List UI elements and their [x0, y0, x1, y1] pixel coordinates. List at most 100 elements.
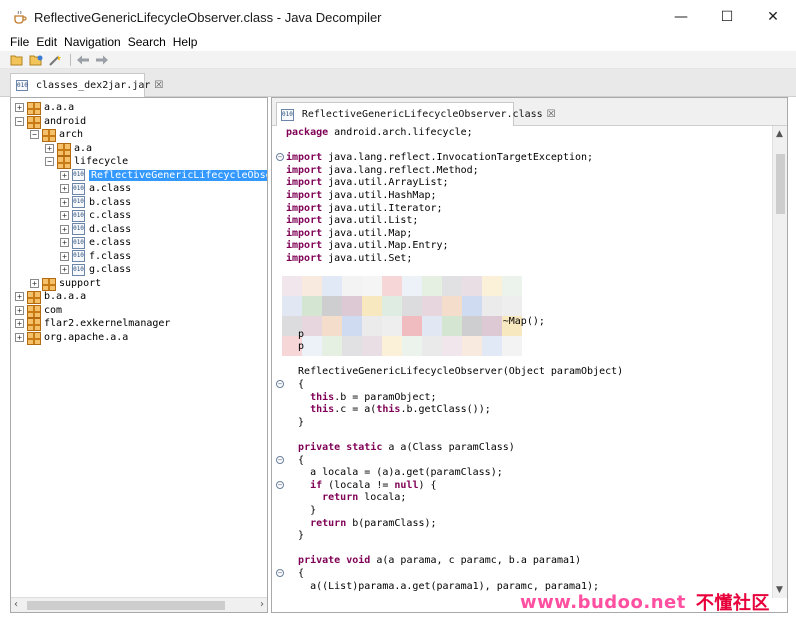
redaction-tile	[382, 336, 402, 356]
tree-item[interactable]: + a.a	[45, 142, 92, 156]
menu-search[interactable]: Search	[128, 35, 166, 49]
menu-file[interactable]: File	[10, 35, 29, 49]
wand-icon[interactable]	[47, 53, 63, 67]
fold-toggle-icon[interactable]: −	[276, 153, 284, 162]
redaction-tile	[382, 276, 402, 296]
coffee-cup-icon	[12, 9, 28, 25]
expand-icon[interactable]: +	[30, 278, 39, 288]
expand-icon[interactable]: +	[15, 305, 24, 315]
tree-item[interactable]: +010 e.class	[60, 236, 131, 249]
code-line: }	[286, 505, 317, 516]
jar-file-icon: 010	[16, 80, 28, 91]
expand-icon[interactable]: +	[60, 211, 69, 220]
scroll-up-icon[interactable]: ▲	[776, 129, 783, 139]
tree-item[interactable]: + b.a.a.a	[15, 290, 87, 304]
code-line: if (locala != null) {	[310, 479, 437, 491]
tree-item[interactable]: + com	[15, 304, 62, 318]
tree-item-label: android	[44, 115, 87, 127]
expand-icon[interactable]: +	[45, 143, 54, 153]
tree-item[interactable]: − arch	[30, 128, 83, 142]
minimize-button[interactable]: —	[658, 0, 704, 34]
package-tree[interactable]: + a.a.a − android − arch + a.a − lifecycle +010 Ref…	[10, 97, 268, 613]
close-tab-icon[interactable]: ☒	[547, 109, 556, 120]
tree-item-label: support	[59, 277, 102, 289]
redaction-tile	[482, 276, 502, 296]
tree-item[interactable]: − android	[15, 115, 87, 129]
redaction-tile	[502, 336, 522, 356]
code-vertical-scrollbar[interactable]: ▲ ▼	[772, 126, 787, 598]
tree-item[interactable]: +010 b.class	[60, 196, 131, 209]
tree-horizontal-scrollbar[interactable]: ‹ ›	[11, 597, 267, 612]
back-arrow-icon[interactable]	[75, 53, 91, 67]
tree-item[interactable]: +010 g.class	[60, 263, 131, 276]
tree-item-label: b.a.a.a	[44, 291, 87, 302]
tree-item-label: b.class	[89, 196, 132, 208]
expand-icon[interactable]: +	[15, 292, 24, 301]
collapse-icon[interactable]: −	[15, 116, 24, 126]
menu-help[interactable]: Help	[173, 35, 198, 49]
expand-icon[interactable]: +	[15, 103, 24, 112]
expand-icon[interactable]: +	[60, 170, 69, 180]
scrollbar-thumb[interactable]	[27, 601, 225, 610]
tree-item[interactable]: − lifecycle	[45, 155, 128, 169]
code-line: ReflectiveGenericLifecycleObserver(Objec…	[286, 366, 624, 378]
open-type-icon[interactable]	[28, 53, 44, 67]
close-button[interactable]: ✕	[750, 0, 796, 34]
tree-item[interactable]: +010 f.class	[60, 250, 131, 263]
scroll-down-icon[interactable]: ▼	[776, 585, 783, 595]
fold-toggle-icon[interactable]: −	[276, 380, 284, 388]
redaction-tile	[342, 276, 362, 296]
editor-tab-strip: 010 ReflectiveGenericLifecycleObserver.c…	[272, 98, 787, 126]
redaction-tile	[342, 336, 362, 356]
package-icon	[57, 156, 71, 169]
close-tab-icon[interactable]: ☒	[154, 80, 163, 91]
fold-toggle-icon[interactable]: −	[276, 480, 284, 489]
tree-item[interactable]: +010 ReflectiveGenericLifecycleObserver	[60, 169, 267, 182]
tree-item[interactable]: + org.apache.a.a	[15, 331, 128, 345]
forward-arrow-icon[interactable]	[94, 53, 110, 67]
tab-reflective-observer[interactable]: 010 ReflectiveGenericLifecycleObserver.c…	[276, 102, 556, 126]
menu-edit[interactable]: Edit	[36, 35, 57, 49]
scroll-right-icon[interactable]: ›	[260, 599, 264, 610]
tree-item-label: f.class	[89, 250, 132, 262]
toolbar	[0, 51, 796, 69]
code-line: ~Map();	[286, 316, 545, 327]
redaction-tile	[422, 296, 442, 316]
tree-item-label: d.class	[89, 223, 132, 235]
scrollbar-thumb[interactable]	[776, 154, 785, 214]
scroll-left-icon[interactable]: ‹	[14, 599, 18, 610]
tree-item[interactable]: + support	[30, 277, 102, 291]
tree-item[interactable]: +010 d.class	[60, 223, 131, 236]
tree-item[interactable]: +010 c.class	[60, 209, 131, 222]
redaction-tile	[442, 296, 462, 316]
collapse-icon[interactable]: −	[45, 157, 54, 166]
package-icon	[27, 318, 41, 331]
package-icon	[42, 277, 56, 291]
maximize-button[interactable]: ☐	[704, 0, 750, 34]
class-file-icon: 010	[72, 182, 85, 195]
expand-icon[interactable]: +	[60, 265, 69, 274]
tree-item[interactable]: + flar2.exkernelmanager	[15, 317, 170, 331]
code-area[interactable]: package android.arch.lifecycle; import ja…	[272, 126, 787, 612]
collapse-icon[interactable]: −	[30, 130, 39, 139]
expand-icon[interactable]: +	[60, 197, 69, 207]
fold-toggle-icon[interactable]: −	[276, 569, 284, 577]
watermark-url: www.budoo.net	[520, 591, 686, 613]
code-line: this.b = paramObject;	[310, 391, 437, 403]
open-folder-icon[interactable]	[9, 53, 25, 67]
tree-item[interactable]: + a.a.a	[15, 101, 74, 115]
expand-icon[interactable]: +	[60, 251, 69, 261]
menu-navigation[interactable]: Navigation	[64, 35, 121, 49]
expand-icon[interactable]: +	[15, 319, 24, 328]
expand-icon[interactable]: +	[60, 184, 69, 193]
expand-icon[interactable]: +	[60, 224, 69, 234]
tree-item[interactable]: +010 a.class	[60, 182, 131, 195]
tab-classes-jar[interactable]: 010 classes_dex2jar.jar ☒	[10, 73, 163, 97]
code-line: import java.util.Map;	[286, 227, 413, 239]
expand-icon[interactable]: +	[15, 332, 24, 342]
window-title: ReflectiveGenericLifecycleObserver.class…	[34, 9, 382, 25]
expand-icon[interactable]: +	[60, 238, 69, 247]
fold-toggle-icon[interactable]: −	[276, 455, 284, 464]
editor-panel: 010 ReflectiveGenericLifecycleObserver.c…	[271, 97, 788, 613]
code-line: import java.util.Iterator;	[286, 202, 443, 214]
